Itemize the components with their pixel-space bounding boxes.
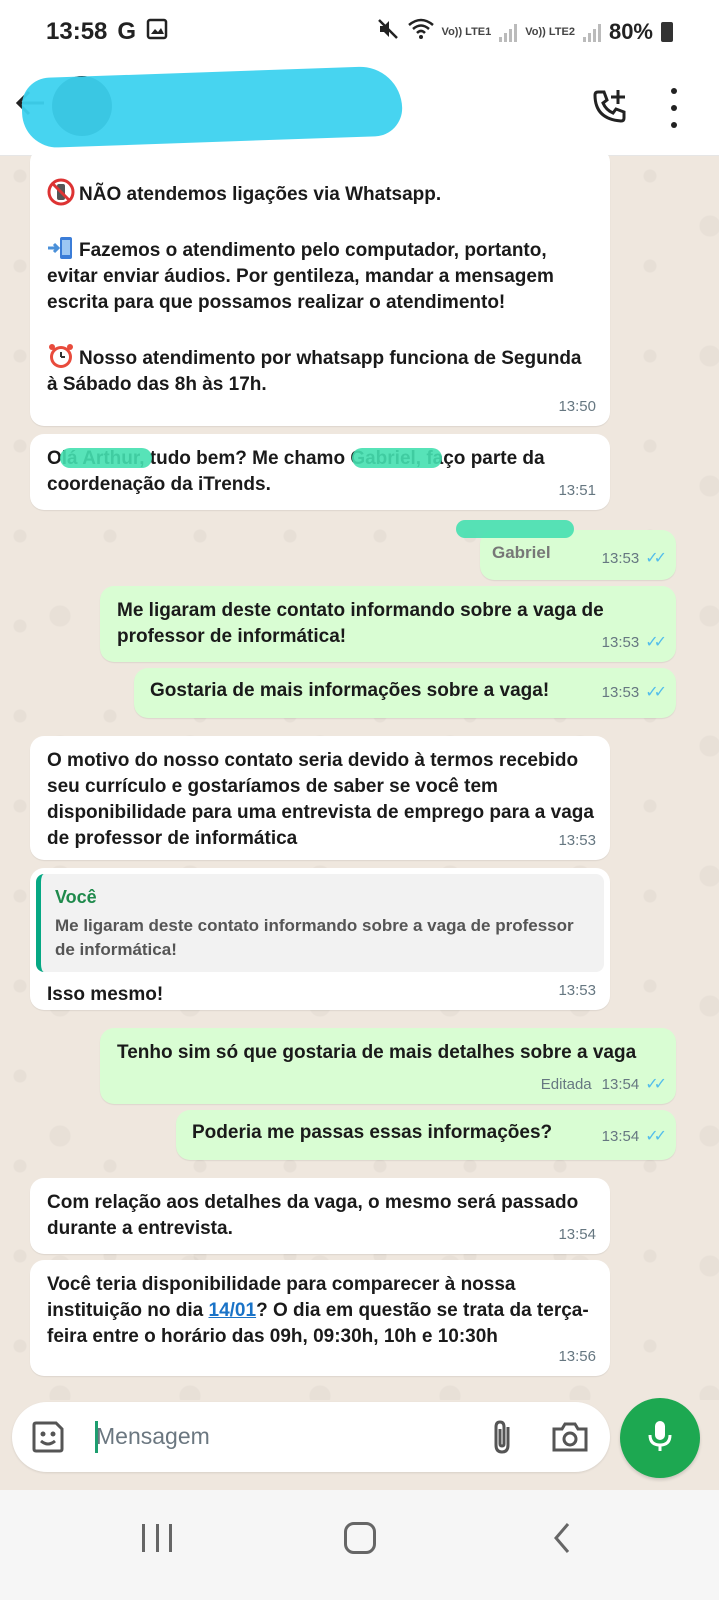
- wifi-icon: [407, 18, 434, 46]
- message-meta: 13:53 ✓✓: [601, 630, 667, 656]
- message-time: 13:54: [558, 1226, 596, 1243]
- redaction-mark: [20, 65, 404, 149]
- message-bubble-incoming[interactable]: Com relação aos detalhes da vaga, o mesm…: [30, 1178, 610, 1254]
- message-text: Isso mesmo!: [47, 984, 164, 1005]
- message-bubble-outgoing[interactable]: Tenho sim só que gostaria de mais detalh…: [100, 1028, 676, 1104]
- message-meta: 13:54: [558, 1222, 596, 1248]
- status-right: Vo)) LTE1 Vo)) LTE2 80%: [376, 17, 673, 47]
- message-meta: Editada 13:54 ✓✓: [540, 1072, 667, 1098]
- message-time: 13:53: [558, 832, 596, 849]
- signal-strength-1-icon: [499, 22, 518, 42]
- gallery-notification-icon: [146, 18, 168, 47]
- voice-record-button[interactable]: [620, 1398, 700, 1478]
- battery-percent: 80%: [608, 19, 653, 44]
- message-time: 13:53: [601, 684, 640, 701]
- more-vert-icon[interactable]: [666, 88, 682, 128]
- redaction-mark: [352, 448, 442, 468]
- message-text: Tenho sim só que gostaria de mais detalh…: [117, 1042, 637, 1063]
- message-time: 13:53: [601, 634, 640, 651]
- message-bubble-outgoing[interactable]: Gostaria de mais informações sobre a vag…: [134, 668, 676, 718]
- system-nav-bar: [0, 1490, 719, 1600]
- message-input[interactable]: Mensagem: [96, 1423, 210, 1450]
- message-bubble-outgoing[interactable]: Me ligaram deste contato informando sobr…: [100, 586, 676, 662]
- date-link[interactable]: 14/01: [209, 1300, 257, 1321]
- message-bubble-incoming[interactable]: Olá Arthur, tudo bem? Me chamo Gabriel, …: [30, 434, 610, 510]
- redaction-mark: [60, 448, 152, 468]
- message-time: 13:56: [558, 1348, 596, 1365]
- status-time: 13:58: [46, 18, 108, 45]
- mute-icon: [376, 17, 400, 47]
- quoted-message[interactable]: Você Me ligaram deste contato informando…: [36, 874, 604, 972]
- signal-strength-2-icon: [582, 22, 601, 42]
- message-text: Me ligaram deste contato informando sobr…: [117, 600, 610, 647]
- message-meta: 13:53: [558, 828, 596, 854]
- quote-author: Você: [55, 887, 97, 907]
- g-network-indicator: G: [117, 18, 137, 45]
- alarm-clock-emoji-icon: [47, 344, 79, 369]
- message-meta: 13:51: [558, 478, 596, 504]
- read-receipt-icon: ✓✓: [645, 1128, 667, 1145]
- redaction-mark: [456, 520, 574, 538]
- message-bubble-incoming[interactable]: Você Me ligaram deste contato informando…: [30, 868, 610, 1010]
- read-receipt-icon: ✓✓: [645, 634, 667, 651]
- lte1-indicator: Vo)) LTE1: [441, 25, 492, 38]
- message-time: 13:51: [558, 482, 596, 499]
- no-phone-emoji-icon: [47, 178, 79, 206]
- message-time: 13:53: [601, 550, 640, 567]
- message-meta: 13:56: [558, 1344, 596, 1370]
- mobile-arrow-emoji-icon: [47, 237, 79, 261]
- add-call-icon[interactable]: [590, 86, 630, 126]
- message-text: NÃO atendemos ligações via Whatsapp.: [47, 178, 594, 208]
- message-meta: 13:53: [558, 978, 596, 1004]
- chat-header: [0, 64, 719, 156]
- message-meta: 13:54 ✓✓: [601, 1124, 667, 1150]
- message-meta: 13:53 ✓✓: [601, 680, 667, 706]
- message-bubble-incoming[interactable]: Você teria disponibilidade para comparec…: [30, 1260, 610, 1376]
- camera-icon[interactable]: [550, 1419, 590, 1455]
- message-bubble-outgoing[interactable]: Gabriel 13:53 ✓✓: [456, 520, 676, 580]
- recent-apps-icon[interactable]: [142, 1524, 172, 1558]
- message-bubble-outgoing[interactable]: Poderia me passas essas informações? 13:…: [176, 1110, 676, 1160]
- read-receipt-icon: ✓✓: [645, 1076, 667, 1093]
- home-icon[interactable]: [344, 1522, 376, 1554]
- message-text: Fazemos o atendimento pelo computador, p…: [47, 234, 594, 316]
- status-left: 13:58 G: [46, 18, 168, 47]
- message-text: Gostaria de mais informações sobre a vag…: [150, 680, 550, 701]
- attachment-icon[interactable]: [486, 1419, 520, 1455]
- message-time: 13:50: [558, 398, 596, 415]
- battery-icon: [661, 22, 673, 42]
- message-bubble-incoming[interactable]: NÃO atendemos ligações via Whatsapp. Faz…: [30, 148, 610, 426]
- message-text: Nosso atendimento por whatsapp funciona …: [47, 342, 594, 398]
- microphone-icon: [645, 1418, 675, 1459]
- message-bubble-incoming[interactable]: O motivo do nosso contato seria devido à…: [30, 736, 610, 860]
- read-receipt-icon: ✓✓: [645, 550, 667, 567]
- message-time: 13:53: [558, 982, 596, 999]
- lte2-indicator: Vo)) LTE2: [525, 25, 575, 38]
- message-text: Você teria disponibilidade para comparec…: [47, 1274, 589, 1347]
- message-text: O motivo do nosso contato seria devido à…: [47, 750, 600, 849]
- message-meta: 13:50: [558, 394, 596, 420]
- chat-area[interactable]: NÃO atendemos ligações via Whatsapp. Faz…: [0, 148, 719, 1400]
- message-time: 13:54: [601, 1076, 640, 1093]
- message-text: Poderia me passas essas informações?: [192, 1122, 553, 1143]
- quote-text: Me ligaram deste contato informando sobr…: [55, 916, 574, 959]
- message-input-bar[interactable]: Mensagem: [12, 1402, 610, 1472]
- message-text: Com relação aos detalhes da vaga, o mesm…: [47, 1192, 584, 1239]
- nav-back-icon[interactable]: [548, 1518, 578, 1558]
- message-time: 13:54: [601, 1128, 640, 1145]
- status-bar: 13:58 G Vo)) LTE1 Vo)) LTE2 80%: [0, 0, 719, 64]
- message-meta: 13:53 ✓✓: [601, 546, 667, 572]
- read-receipt-icon: ✓✓: [645, 684, 667, 701]
- edited-label: Editada: [540, 1076, 592, 1093]
- emoji-sticker-icon[interactable]: [30, 1419, 66, 1455]
